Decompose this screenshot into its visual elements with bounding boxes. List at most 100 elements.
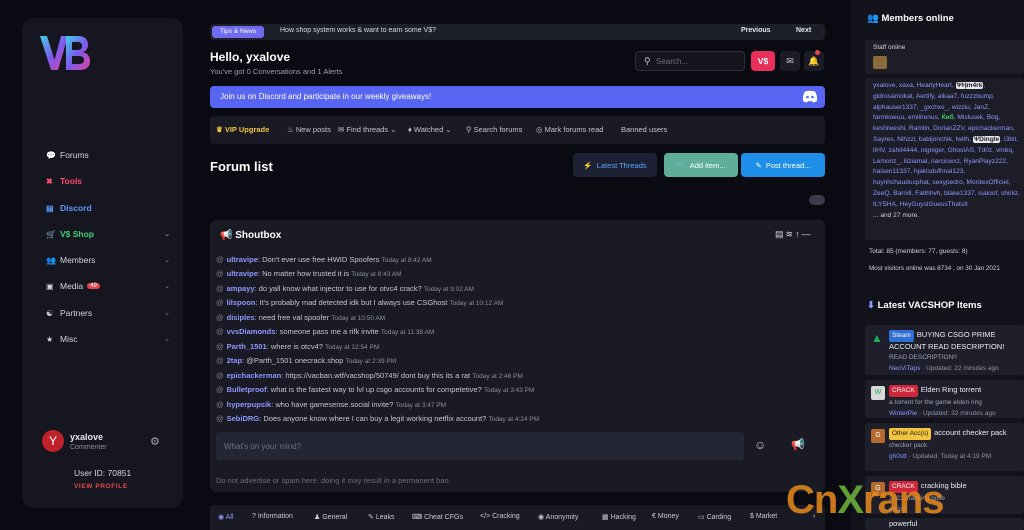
shout-user[interactable]: hyperpupsik [227,400,272,409]
member-link[interactable]: emilirenus [908,114,938,121]
member-link[interactable]: Nihzzi [897,136,915,143]
search-forums-link[interactable]: ⚲ Search forums [466,125,522,134]
member-link[interactable]: Ramlin [909,125,930,132]
vs-currency-button[interactable]: V$ [751,51,775,71]
shout-user[interactable]: epichackerman [227,371,282,380]
vacshop-item[interactable]: ▲ Steam BUYING CSGO PRIME ACCOUNT READ DE… [865,325,1024,375]
news-next-button[interactable]: Next [796,27,811,34]
tab-information[interactable]: ? Information [252,513,293,520]
member-link[interactable]: ZeeQ [873,190,890,197]
shout-user[interactable]: vvsDiamonds [227,327,276,336]
member-link[interactable]: Mislusek [957,114,983,121]
member-link[interactable]: aikaa7 [938,93,957,100]
site-logo[interactable] [38,32,92,74]
tab-leaks[interactable]: ✎ Leaks [368,513,395,521]
latest-threads-button[interactable]: ⚡ Latest Threads [573,153,657,177]
member-link[interactable]: zahit4444 [889,147,918,154]
watched-link[interactable]: ♦ Watched ⌄ [408,125,452,134]
member-link[interactable]: isaloof [978,190,997,197]
member-link[interactable]: gidrosamokat [873,93,913,100]
avatar[interactable] [873,56,887,69]
member-link[interactable]: JanZ [973,104,988,111]
shout-user[interactable]: 2tap [227,356,242,365]
member-link[interactable]: RyanPlayz222 [964,158,1007,165]
sidebar-item-vs-shop[interactable]: 🛒 V$ Shop ⌄ [46,226,170,242]
minimize-icon[interactable]: — [802,229,813,239]
tab-cracking[interactable]: </> Cracking [480,513,520,520]
member-link[interactable]: Ќиб [942,114,954,121]
shout-user[interactable]: Parth_1501 [227,342,267,351]
collapse-toggle[interactable] [809,195,825,205]
member-link[interactable]: sexypedro [932,179,962,186]
shout-user[interactable]: lilspoon [227,298,256,307]
member-link[interactable]: nigniger [921,147,944,154]
item-title[interactable]: Elden Ring torrent [921,385,981,394]
member-link[interactable]: shirkz [1001,190,1018,197]
member-link[interactable]: Td0z [978,147,993,154]
tab-all[interactable]: ◉ All [218,513,233,521]
item-author[interactable]: NeoViTaps [889,365,920,372]
members-more-link[interactable]: ... and 27 more. [873,212,919,219]
member-link[interactable]: I3bit [1004,136,1016,143]
member-link[interactable]: ѰӉm4rk [955,82,984,89]
member-link[interactable]: Lemonz_ [873,158,900,165]
alerts-summary[interactable]: You've got 0 Conversations and 1 Alerts [210,67,343,76]
member-link[interactable]: ѰDingle [972,135,1001,143]
emoji-icon[interactable]: ☺ [754,438,766,452]
member-link[interactable]: _gxchxs_ [920,104,948,111]
sidebar-item-discord[interactable]: ▤ Discord [46,200,170,216]
member-link[interactable]: Bog [987,114,999,121]
sidebar-item-tools[interactable]: ✖ Tools [46,173,170,189]
member-link[interactable]: babijonchik [919,136,952,143]
bell-icon[interactable]: 🔔 [804,50,824,71]
news-headline[interactable]: How shop system works & want to earn som… [280,27,436,34]
item-title[interactable]: account checker pack [934,428,1007,437]
sidebar-item-forums[interactable]: 💬 Forums [46,147,170,163]
tab-hacking[interactable]: ▦ Hacking [602,513,636,521]
sidebar-item-members[interactable]: 👥 Members ⌄ [46,252,170,268]
member-link[interactable]: farmkoeuu [873,114,904,121]
member-link[interactable]: HearlyHeart [917,82,952,89]
search-input[interactable]: ⚲ Search... [635,51,745,71]
member-link[interactable]: Fatihhvh [915,190,940,197]
member-link[interactable]: ILYSHA [873,201,896,208]
shout-user[interactable]: ultravipe [227,269,258,278]
mark-forums-read-link[interactable]: ◎ Mark forums read [536,125,603,134]
view-profile-link[interactable]: VIEW PROFILE [74,483,128,490]
member-link[interactable]: DorianZZV [933,125,964,132]
member-link[interactable]: yxalove [873,82,895,89]
discord-banner[interactable]: Join us on Discord and participate in ou… [210,86,825,108]
vacshop-item[interactable]: G Other Acc(s) account checker pack check… [865,423,1024,471]
member-link[interactable]: lIHV [873,147,885,154]
tab-anonymity[interactable]: ◉ Anonymity [538,513,578,521]
news-previous-button[interactable]: Previous [741,27,771,34]
member-link[interactable]: keshiweshi [873,125,905,132]
tab-money[interactable]: € Money [652,513,679,520]
shout-user[interactable]: ampayy [227,284,255,293]
mail-icon[interactable]: ✉ [780,51,800,71]
member-link[interactable]: MordexOfficiel [967,179,1009,186]
member-link[interactable]: vmbq [996,147,1012,154]
tab-market[interactable]: $ Market [750,513,777,520]
sidebar-item-media[interactable]: ▣ Media 49 ⌄ [46,278,170,294]
shout-user[interactable]: ultravipe [227,255,258,264]
new-posts-link[interactable]: ♨ New posts [287,125,331,134]
sidebar-item-partners[interactable]: ☯ Partners ⌄ [46,305,170,321]
add-item-button[interactable]: 🛒 Add item... [664,153,738,177]
archive-icon[interactable]: ▤ [775,229,786,239]
member-link[interactable]: Sayres [873,136,894,143]
member-link[interactable]: xaxa [899,82,913,89]
post-thread-button[interactable]: ✎ Post thread... [741,153,825,177]
member-link[interactable]: alphauser1337 [873,104,917,111]
tab-general[interactable]: ♟ General [314,513,347,521]
shout-user[interactable]: Bulletproof [227,385,267,394]
member-link[interactable]: Aertify [916,93,934,100]
member-link[interactable]: GhostAS [948,147,974,154]
wifi-icon[interactable]: ≋ [786,229,796,239]
banned-users-link[interactable]: Banned users [621,125,667,134]
member-link[interactable]: wizziu [952,104,970,111]
member-link[interactable]: narciswxz [931,158,960,165]
shoutbox-input[interactable]: What's on your mind? [216,432,744,460]
find-threads-link[interactable]: ✉ Find threads ⌄ [338,125,396,134]
member-link[interactable]: hjaklsdufhnal123 [914,168,964,175]
